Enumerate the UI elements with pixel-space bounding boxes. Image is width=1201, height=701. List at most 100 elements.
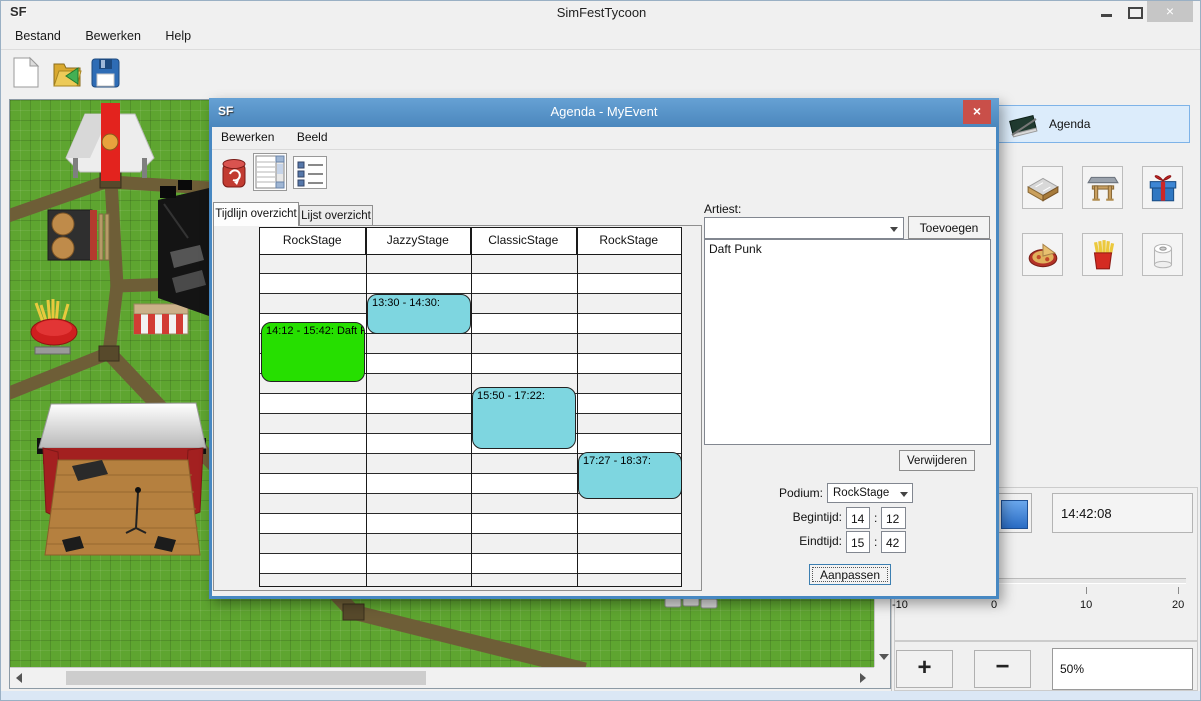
maximize-button[interactable] — [1121, 3, 1149, 21]
fries-icon — [1086, 238, 1120, 272]
slider-label: 10 — [1080, 599, 1092, 611]
scroll-down-icon[interactable] — [879, 654, 889, 660]
slider-label: -10 — [892, 599, 908, 611]
scroll-right-icon[interactable] — [860, 673, 866, 683]
dialog-menu-beeld[interactable]: Beeld — [288, 127, 337, 147]
open-file-button[interactable] — [51, 56, 85, 92]
item-button-stage-tile[interactable] — [1022, 166, 1063, 209]
end-hour-input[interactable]: 15 — [846, 531, 870, 553]
artist-label: Artiest: — [704, 202, 741, 216]
start-time-label: Begintijd: — [769, 510, 842, 524]
dialog-menubar: Bewerken Beeld — [212, 127, 996, 150]
add-artist-button[interactable]: Toevoegen — [908, 216, 990, 239]
agenda-button[interactable]: Agenda — [998, 105, 1190, 143]
dialog-titlebar[interactable]: SF Agenda - MyEvent — [209, 98, 999, 127]
map-hscrollbar[interactable] — [10, 667, 874, 688]
zoom-in-button[interactable]: + — [896, 650, 953, 688]
schedule-event[interactable]: 14:12 - 15:42: Daft Punk — [261, 322, 365, 382]
slider-label: 20 — [1172, 599, 1184, 611]
artist-list-item[interactable]: Daft Punk — [705, 240, 990, 258]
dialog-title: Agenda - MyEvent — [209, 104, 999, 119]
torii-gate-icon — [1086, 171, 1120, 205]
fries-stand — [31, 299, 77, 354]
end-colon: : — [874, 535, 877, 549]
slider-tick — [1178, 587, 1179, 594]
end-time-label: Eindtijd: — [769, 534, 842, 548]
schedule-event[interactable]: 13:30 - 14:30: — [367, 294, 471, 334]
main-toolbar — [1, 50, 1201, 98]
minimize-icon — [1101, 14, 1112, 17]
main-stage — [37, 403, 206, 555]
delete-event-button[interactable] — [221, 156, 248, 191]
window-title: SimFestTycoon — [1, 5, 1201, 20]
podium-dropdown[interactable]: RockStage — [827, 483, 913, 503]
slider-label: 0 — [991, 599, 997, 611]
timeline-view-button[interactable] — [253, 153, 287, 191]
schedule-event[interactable]: 17:27 - 18:37: — [578, 452, 682, 499]
apply-button[interactable]: Aanpassen — [809, 564, 891, 585]
gift-icon — [1146, 171, 1180, 205]
artist-list[interactable]: Daft Punk — [704, 239, 991, 445]
end-minute-value: 42 — [886, 536, 899, 550]
speaker-tower — [158, 180, 209, 316]
main-menubar: Bestand Bewerken Help — [1, 25, 1201, 50]
menu-help[interactable]: Help — [155, 25, 201, 46]
play-icon — [1001, 500, 1028, 529]
column-header: RockStage — [260, 228, 366, 254]
start-hour-input[interactable]: 14 — [846, 507, 870, 529]
scroll-left-icon[interactable] — [16, 673, 22, 683]
trash-icon — [221, 156, 248, 191]
timeline-view-icon — [255, 155, 285, 189]
ticket-stand — [134, 304, 188, 334]
app-window: SF SimFestTycoon × Bestand Bewerken Help — [0, 0, 1201, 701]
dialog-close-button[interactable]: × — [963, 100, 991, 124]
zoom-out-button[interactable]: − — [974, 650, 1031, 688]
item-button-toilet-paper[interactable] — [1142, 233, 1183, 276]
dialog-menu-bewerken[interactable]: Bewerken — [212, 127, 283, 147]
menu-bewerken[interactable]: Bewerken — [75, 25, 151, 46]
item-button-gift[interactable] — [1142, 166, 1183, 209]
new-file-button[interactable] — [11, 56, 45, 92]
column-line — [577, 228, 578, 586]
play-button[interactable] — [994, 493, 1032, 533]
save-file-button[interactable] — [89, 56, 123, 92]
menu-bestand[interactable]: Bestand — [5, 25, 71, 46]
schedule-event[interactable]: 15:50 - 17:22: — [472, 387, 576, 448]
scrollbar-corner — [874, 667, 890, 688]
start-colon: : — [874, 511, 877, 525]
column-line — [366, 228, 367, 586]
close-button[interactable]: × — [1147, 1, 1193, 22]
artist-combobox[interactable] — [704, 217, 904, 239]
list-view-icon — [295, 159, 325, 187]
start-minute-input[interactable]: 12 — [881, 507, 906, 529]
chevron-down-icon — [900, 492, 908, 497]
item-button-fries[interactable] — [1082, 233, 1123, 276]
clock-display: 14:42:08 — [1052, 493, 1193, 533]
start-hour-value: 14 — [851, 512, 864, 526]
list-view-button[interactable] — [293, 156, 327, 189]
schedule-grid[interactable]: RockStageJazzyStageClassicStageRockStage… — [259, 227, 682, 587]
column-header: JazzyStage — [366, 228, 472, 254]
hscroll-thumb[interactable] — [66, 671, 426, 685]
zoom-value-box: 50% — [1052, 648, 1193, 690]
tent — [66, 103, 154, 181]
tab-tijdlijn-overzicht[interactable]: Tijdlijn overzicht — [213, 202, 299, 226]
slider-tick — [1086, 587, 1087, 594]
maximize-icon — [1128, 7, 1143, 19]
save-file-icon — [89, 56, 121, 90]
agenda-button-label: Agenda — [1049, 117, 1090, 131]
podium-label: Podium: — [749, 486, 823, 500]
stage-tile-icon — [1026, 171, 1060, 205]
pizza-icon — [1026, 238, 1060, 272]
remove-artist-button[interactable]: Verwijderen — [899, 450, 975, 471]
new-file-icon — [11, 56, 41, 90]
item-button-torii-gate[interactable] — [1082, 166, 1123, 209]
item-button-pizza[interactable] — [1022, 233, 1063, 276]
start-minute-value: 12 — [886, 512, 899, 526]
tab-lijst-overzicht[interactable]: Lijst overzicht — [299, 205, 373, 226]
minimize-button[interactable] — [1093, 5, 1121, 21]
zoom-value: 50% — [1060, 662, 1084, 676]
end-minute-input[interactable]: 42 — [881, 531, 906, 553]
podium-value: RockStage — [833, 487, 889, 499]
chevron-down-icon — [890, 227, 898, 232]
